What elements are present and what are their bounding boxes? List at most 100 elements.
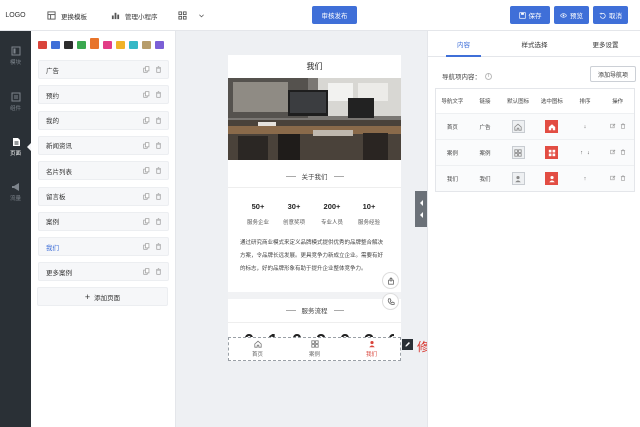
arrow-up-icon[interactable]: ↑ (584, 176, 587, 182)
phone-preview: 我们 关于我们 50+ 服务企业 30+ 创意奖项 200+ 专业人员 10+ … (228, 55, 401, 360)
trash-icon[interactable] (155, 66, 162, 73)
manage-miniprogram-link[interactable]: 管理小程序 (111, 0, 158, 31)
page-item[interactable]: 广告 (38, 60, 169, 79)
tab-content[interactable]: 内容 (428, 31, 499, 57)
trash-icon[interactable] (155, 142, 162, 149)
selected-icon-box[interactable] (545, 146, 559, 159)
bottom-nav-label: 案例 (308, 352, 320, 358)
chevron-down-icon (199, 14, 204, 18)
bottom-nav-item[interactable]: 案例 (286, 338, 343, 360)
stat-label: 创意奖项 (282, 220, 305, 226)
apps-menu[interactable] (178, 0, 205, 31)
phone-float-button[interactable] (382, 293, 399, 310)
nav-link-cell[interactable]: 我们 (469, 166, 502, 191)
selected-icon-box[interactable] (545, 120, 559, 133)
sidenav-item-module[interactable]: 模块 (0, 41, 31, 71)
stat-label: 服务企业 (246, 220, 269, 226)
page-item[interactable]: 案例 (38, 211, 169, 231)
process-section-title: 服务流程 (228, 304, 401, 316)
arrow-left-icon (419, 212, 423, 218)
bottom-nav-bar[interactable]: 首页 案例 我们 (228, 337, 401, 361)
tab-style[interactable]: 样式选择 (499, 31, 570, 56)
selected-icon-cell (535, 114, 569, 139)
theme-color-swatch[interactable] (64, 41, 73, 49)
edit-icon[interactable] (609, 149, 616, 155)
edit-icon[interactable] (609, 175, 616, 181)
home-icon (514, 123, 522, 131)
sidenav-item-page[interactable]: 页面 (0, 132, 31, 162)
page-item[interactable]: 更多案例 (38, 262, 169, 282)
trash-icon[interactable] (620, 174, 626, 181)
copy-icon[interactable] (143, 243, 150, 250)
change-template-link[interactable]: 更换模板 (47, 0, 87, 31)
theme-color-swatch[interactable] (38, 41, 47, 49)
trash-icon[interactable] (155, 268, 162, 276)
edit-icon[interactable] (609, 123, 616, 129)
trash-icon[interactable] (155, 91, 162, 98)
copy-icon[interactable] (143, 116, 150, 124)
trash-icon[interactable] (155, 218, 162, 225)
table-header-cell: 排序 (579, 99, 591, 105)
nav-link-cell[interactable]: 广告 (469, 114, 502, 139)
nav-link-cell[interactable]: 案例 (469, 140, 502, 165)
copy-icon[interactable] (143, 91, 150, 98)
theme-color-swatch[interactable] (155, 41, 164, 49)
undo-icon (599, 12, 606, 19)
arrow-down-icon[interactable]: ↓ (584, 124, 587, 130)
default-icon-cell (501, 166, 535, 191)
theme-color-swatch[interactable] (51, 41, 60, 49)
bottom-nav-item[interactable]: 首页 (229, 338, 286, 360)
bottom-nav-item[interactable]: 我们 (343, 338, 400, 360)
page-item[interactable]: 新闻资讯 (38, 135, 169, 155)
copy-icon[interactable] (143, 142, 150, 149)
default-icon-box[interactable] (511, 120, 525, 133)
theme-color-swatch[interactable] (142, 41, 151, 49)
sidenav-item-component[interactable]: 组件 (0, 87, 31, 117)
theme-color-swatch[interactable] (116, 41, 125, 49)
default-icon-box[interactable] (511, 172, 525, 185)
theme-color-swatch[interactable] (103, 41, 112, 49)
page-title: 我们 (306, 61, 323, 71)
arrow-up-icon[interactable]: ↑ (580, 150, 583, 156)
publish-button[interactable]: 审核发布 (312, 6, 357, 24)
page-item[interactable]: 我们 (38, 237, 169, 257)
sidenav-item-traffic[interactable]: 流量 (0, 177, 31, 207)
trash-icon[interactable] (155, 116, 162, 124)
trash-icon[interactable] (155, 167, 162, 174)
add-page-button[interactable]: + 添加页面 (37, 287, 168, 306)
stat-item: 30+ 创意奖项 (274, 202, 314, 226)
arrow-down-icon[interactable]: ↓ (587, 150, 590, 156)
info-icon[interactable]: i (485, 72, 492, 80)
add-nav-item-button[interactable]: 添加导航项 (590, 66, 636, 82)
office-photo (228, 78, 401, 160)
selected-icon-box[interactable] (545, 172, 559, 185)
panel-toggle-handle[interactable] (415, 191, 427, 227)
default-icon-cell (501, 114, 535, 139)
page-item[interactable]: 名片列表 (38, 161, 169, 181)
default-icon-box[interactable] (511, 146, 525, 159)
page-item-label: 案例 (46, 219, 59, 227)
page-item[interactable]: 预约 (38, 85, 169, 105)
preview-button[interactable]: 预览 (554, 6, 589, 24)
theme-color-swatch[interactable] (90, 38, 99, 49)
tab-more-settings[interactable]: 更多设置 (570, 31, 640, 56)
trash-icon[interactable] (155, 192, 162, 200)
save-button[interactable]: 保存 (510, 6, 550, 24)
top-bar: LOGO 更换模板 管理小程序 审核发布 保存 预览 取消 (0, 0, 640, 31)
trash-icon[interactable] (620, 122, 626, 129)
copy-icon[interactable] (143, 268, 150, 276)
copy-icon[interactable] (143, 167, 150, 174)
page-item[interactable]: 留言板 (38, 186, 169, 206)
copy-icon[interactable] (143, 218, 150, 225)
theme-color-swatch[interactable] (77, 41, 86, 49)
page-item[interactable]: 我的 (38, 110, 169, 130)
cancel-button[interactable]: 取消 (593, 6, 628, 24)
copy-icon[interactable] (143, 192, 150, 200)
trash-icon[interactable] (155, 243, 162, 250)
copy-icon[interactable] (143, 66, 150, 73)
theme-color-swatch[interactable] (129, 41, 138, 49)
share-float-button[interactable] (382, 272, 399, 289)
trash-icon[interactable] (620, 148, 626, 155)
save-icon (518, 11, 526, 19)
edit-nav-button[interactable] (402, 339, 413, 350)
